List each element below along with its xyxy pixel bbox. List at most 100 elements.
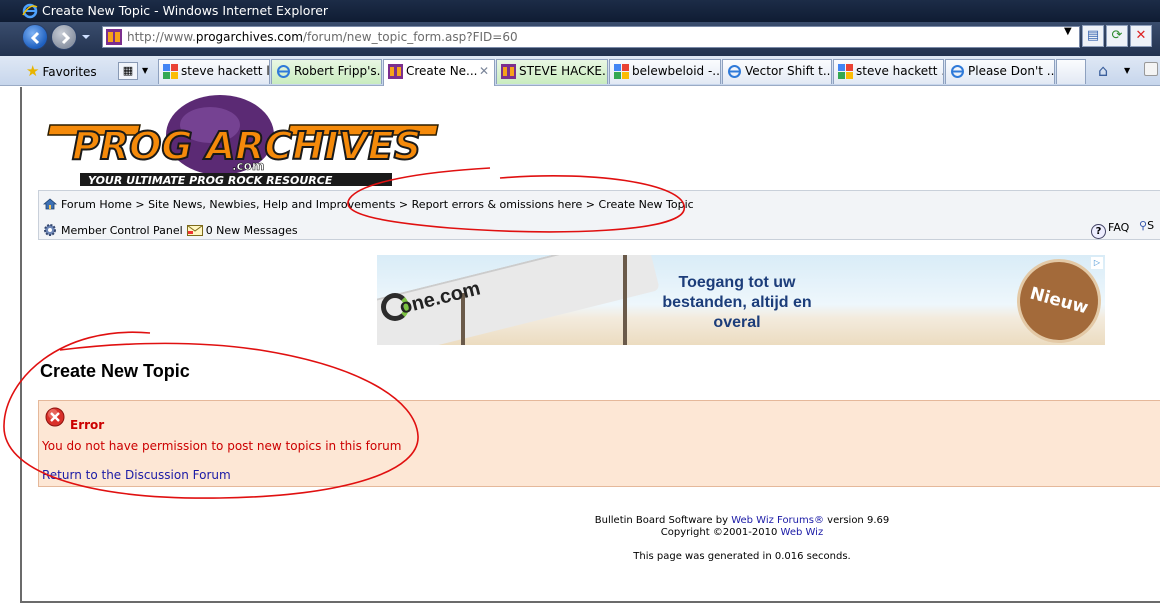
url-path: /forum/new_topic_form.asp?FID=60 (302, 30, 518, 44)
footer-copyright-line: Copyright ©2001-2010 Web Wiz (442, 527, 1042, 539)
google-icon (614, 64, 629, 79)
ad-slogan-line: Toegang tot uw (678, 274, 796, 291)
error-title: Error (70, 418, 105, 432)
web-wiz-forums-link[interactable]: Web Wiz Forums® (731, 515, 824, 526)
breadcrumb-forum-home[interactable]: Forum Home (61, 198, 132, 211)
new-messages-link[interactable]: 0 New Messages (206, 224, 298, 237)
tab-list-dropdown-icon[interactable]: ▼ (142, 62, 154, 80)
url-prefix: http://www. (127, 30, 196, 44)
star-icon: ★ (26, 62, 40, 80)
breadcrumb-site-news[interactable]: Site News, Newbies, Help and Improvement… (148, 198, 395, 211)
progarchives-icon (388, 64, 403, 79)
ie-page-icon (277, 65, 290, 78)
adchoices-icon[interactable]: ▷ (1091, 257, 1103, 269)
progarchives-icon (501, 64, 516, 79)
footer-software-line: Bulletin Board Software by Web Wiz Forum… (442, 515, 1042, 527)
help-icon: ? (1091, 224, 1106, 239)
tab-bar: ★Favorites ▦ ▼ steve hackett l... Robert… (0, 56, 1160, 86)
envelope-icon (186, 225, 203, 236)
advertisement-banner[interactable]: one.com Toegang tot uw bestanden, altijd… (377, 255, 1105, 345)
tab-label: Please Don't ... (968, 64, 1055, 78)
footer-text: version 9.69 (823, 515, 890, 526)
error-message: You do not have permission to post new t… (42, 439, 402, 453)
tab-label: Robert Fripp's... (294, 64, 382, 78)
progarchives-logo[interactable]: PROG ARCHIVES .com YOUR ULTIMATE PROG RO… (40, 95, 440, 187)
forum-home-icon (43, 198, 57, 210)
member-control-panel-link[interactable]: Member Control Panel (61, 224, 183, 237)
address-bar[interactable]: http://www.progarchives.com/forum/new_to… (102, 26, 1080, 48)
page-title: Create New Topic (40, 361, 190, 381)
tab-vector-shift[interactable]: Vector Shift t... (722, 59, 832, 84)
tab-steve-hackett-1[interactable]: steve hackett l... (158, 59, 270, 84)
progarchives-favicon-icon (106, 29, 122, 45)
faq-link[interactable]: ? FAQ (1091, 221, 1129, 239)
compatibility-view-button[interactable]: ▤ (1082, 25, 1104, 47)
address-url[interactable]: http://www.progarchives.com/forum/new_to… (127, 30, 518, 44)
member-toolbar: Member Control Panel 0 New Messages (43, 223, 298, 237)
page-footer: Bulletin Board Software by Web Wiz Forum… (442, 515, 1042, 563)
home-dropdown-icon[interactable]: ▼ (1124, 66, 1130, 75)
window-title: Create New Topic - Windows Internet Expl… (42, 3, 329, 18)
favorites-button[interactable]: ★ Favorites (26, 60, 97, 82)
breadcrumb: Forum Home > Site News, Newbies, Help an… (43, 198, 694, 211)
url-domain: progarchives.com (195, 30, 303, 44)
search-icon: ⚲ (1139, 219, 1148, 232)
ie-logo-icon (22, 3, 38, 19)
google-icon (838, 64, 853, 79)
arrow-left-icon (30, 31, 40, 45)
gear-icon (44, 224, 56, 236)
svg-text:YOUR ULTIMATE PROG ROCK RESOUR: YOUR ULTIMATE PROG ROCK RESOURCE (88, 174, 333, 187)
tab-steve-hackett-2[interactable]: STEVE HACKE... (496, 59, 608, 84)
history-dropdown-icon[interactable] (80, 31, 92, 43)
footer-text: Copyright ©2001-2010 (660, 527, 781, 538)
generation-time: This page was generated in 0.016 seconds… (633, 551, 851, 562)
stop-button[interactable]: ✕ (1130, 25, 1152, 47)
arrow-right-icon (61, 31, 71, 45)
faq-label: FAQ (1108, 221, 1130, 234)
new-tab-button[interactable] (1056, 59, 1086, 84)
page-viewport: PROG ARCHIVES .com YOUR ULTIMATE PROG RO… (20, 87, 1160, 603)
tab-label: Create Ne... (406, 64, 478, 78)
return-to-forum-link[interactable]: Return to the Discussion Forum (42, 468, 231, 482)
breadcrumb-separator: > (582, 198, 599, 211)
breadcrumb-bar: Forum Home > Site News, Newbies, Help an… (38, 190, 1160, 240)
breadcrumb-separator: > (395, 198, 412, 211)
close-tab-icon[interactable]: ✕ (479, 60, 489, 83)
google-icon (163, 64, 178, 79)
tab-label: belewbeloid -... (632, 64, 721, 78)
tab-label: steve hackett ... (856, 64, 944, 78)
feeds-icon[interactable] (1144, 62, 1158, 76)
footer-text: Bulletin Board Software by (594, 515, 732, 526)
tab-label: steve hackett l... (181, 64, 270, 78)
svg-text:.com: .com (232, 159, 264, 173)
error-icon (45, 407, 65, 427)
address-dropdown-icon[interactable]: ▼ (1064, 26, 1072, 37)
quick-tabs-button[interactable]: ▦ (118, 62, 138, 80)
tab-label: Vector Shift t... (745, 64, 832, 78)
tab-steve-hackett-3[interactable]: steve hackett ... (833, 59, 944, 84)
search-label: S (1147, 219, 1155, 232)
ad-slogan-line: bestanden, altijd en (662, 294, 812, 311)
search-link[interactable]: ⚲S (1139, 219, 1154, 232)
tab-label: STEVE HACKE... (519, 64, 608, 78)
home-icon[interactable]: ⌂ (1098, 61, 1108, 80)
ad-slogan: Toegang tot uw bestanden, altijd en over… (647, 273, 827, 333)
tab-create-new-topic[interactable]: Create Ne... ✕ (383, 59, 495, 86)
forward-button[interactable] (51, 24, 77, 50)
ie-page-icon (728, 65, 741, 78)
favorites-label: Favorites (42, 65, 97, 79)
ad-pole-graphic (623, 255, 627, 345)
ad-slogan-line: overal (713, 314, 761, 331)
web-wiz-link[interactable]: Web Wiz (781, 527, 824, 538)
breadcrumb-current: Create New Topic (598, 198, 694, 211)
refresh-button[interactable]: ⟳ (1106, 25, 1128, 47)
ie-page-icon (951, 65, 964, 78)
breadcrumb-report-errors[interactable]: Report errors & omissions here (412, 198, 583, 211)
navigation-bar: http://www.progarchives.com/forum/new_to… (0, 22, 1160, 56)
tab-please-dont[interactable]: Please Don't ... (945, 59, 1055, 84)
back-button[interactable] (22, 24, 48, 50)
error-panel: Error You do not have permission to post… (38, 400, 1160, 487)
tab-belewbeloid[interactable]: belewbeloid -... (609, 59, 721, 84)
breadcrumb-separator: > (131, 198, 149, 211)
tab-robert-fripp[interactable]: Robert Fripp's... (271, 59, 382, 84)
